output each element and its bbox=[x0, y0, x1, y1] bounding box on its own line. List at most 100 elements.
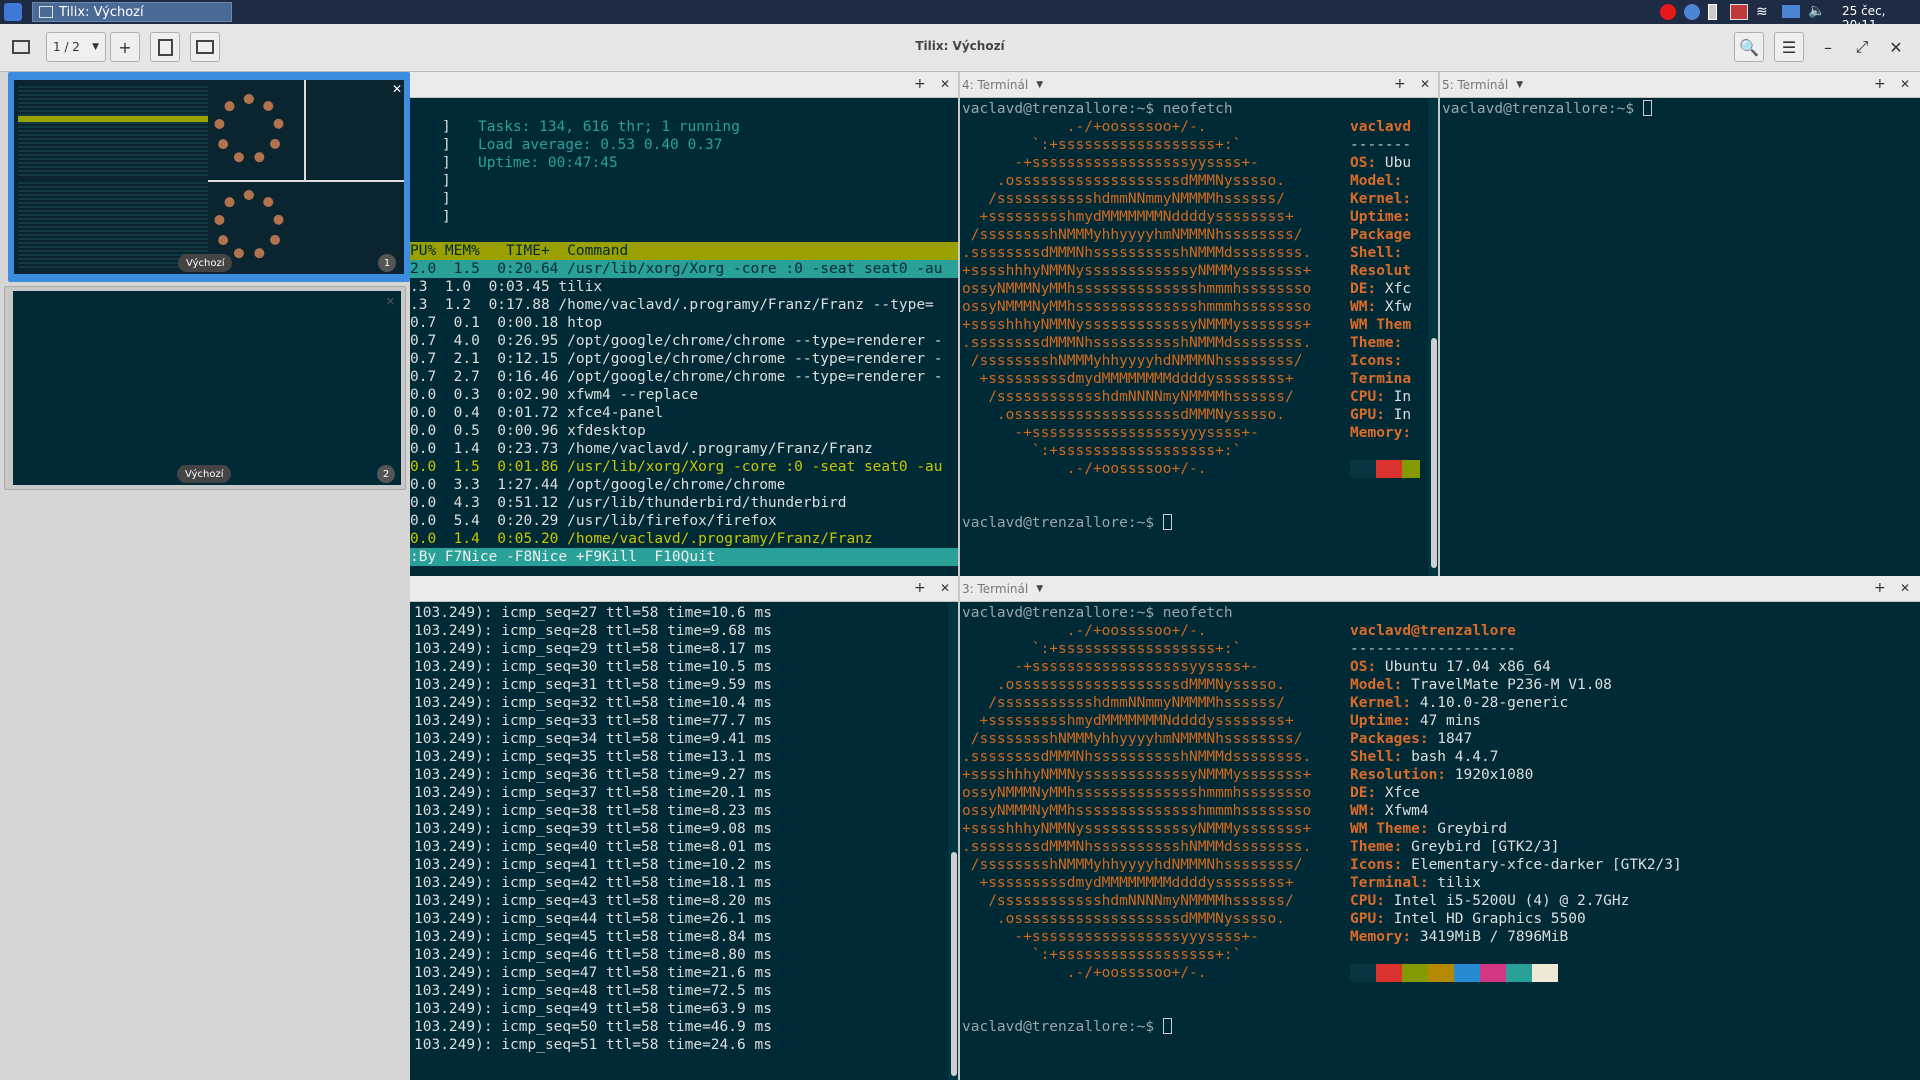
scrollbar-thumb[interactable] bbox=[1431, 338, 1437, 568]
cursor bbox=[1162, 1018, 1172, 1034]
plus-icon: + bbox=[118, 37, 132, 57]
terminal-neofetch-small[interactable]: vaclavd@trenzallore:~$ neofetch .-/+ooss… bbox=[960, 98, 1440, 576]
close-terminal-icon[interactable]: ✕ bbox=[940, 581, 950, 595]
info-row: Memory: 3419MiB / 7896MiB bbox=[1350, 928, 1568, 946]
close-terminal-icon[interactable]: ✕ bbox=[1900, 581, 1910, 595]
sidebar-toggle-button[interactable] bbox=[8, 32, 34, 62]
battery-icon[interactable] bbox=[1708, 4, 1717, 20]
htop-function-bar[interactable]: :By F7Nice -F8Nice +F9Kill F10Quit bbox=[410, 548, 960, 566]
chevron-down-icon[interactable]: ▼ bbox=[1516, 80, 1523, 90]
close-terminal-icon[interactable]: ✕ bbox=[1900, 77, 1910, 91]
ping-line: 103.249): icmp_seq=28 ttl=58 time=9.68 m… bbox=[414, 623, 772, 639]
prompt-line[interactable]: vaclavd@trenzallore:~$ bbox=[962, 1018, 1172, 1036]
ping-line: 103.249): icmp_seq=35 ttl=58 time=13.1 m… bbox=[414, 749, 772, 765]
htop-column-header[interactable]: PU% MEM% TIME+ Command bbox=[410, 242, 960, 260]
info-label: CPU: bbox=[1350, 389, 1385, 405]
logo-line: `:+ssssssssssssssssss+:` bbox=[962, 641, 1242, 657]
window-title: Tilix: Výchozí bbox=[915, 39, 1005, 53]
terminal-title: 5: Terminál bbox=[1442, 77, 1509, 92]
terminal-neofetch-full[interactable]: vaclavd@trenzallore:~$ neofetch .-/+ooss… bbox=[960, 602, 1920, 1080]
volume-icon[interactable]: 🔈 bbox=[1808, 3, 1826, 21]
session-number-badge: 1 bbox=[378, 254, 396, 272]
preview-htop-area bbox=[18, 86, 208, 176]
prompt-line[interactable]: vaclavd@trenzallore:~$ bbox=[1442, 100, 1652, 118]
color-swatch bbox=[1532, 964, 1558, 982]
info-row: Resolution: 1920x1080 bbox=[1350, 766, 1533, 784]
info-label: Memory: bbox=[1350, 929, 1412, 945]
info-row: GPU: In bbox=[1350, 406, 1411, 424]
mail-icon[interactable] bbox=[1782, 5, 1800, 18]
info-label: Theme: bbox=[1350, 335, 1403, 351]
terminal-titlebar-5[interactable]: 5: Terminál ▼ + ✕ bbox=[1440, 72, 1920, 98]
terminal-htop[interactable]: ] ] ] ] ] ] Tasks: 134, 616 thr; 1 runni… bbox=[410, 98, 960, 576]
session-preview bbox=[14, 80, 404, 274]
terminal-titlebar-ping[interactable]: + ✕ bbox=[410, 576, 960, 602]
session-sidebar: ✕ Výchozí 1 ✕ Výchozí 2 bbox=[0, 72, 410, 1080]
whisker-menu-icon[interactable] bbox=[4, 3, 22, 21]
session-switcher[interactable]: 1 / 2 ▼ bbox=[46, 32, 106, 62]
info-value: 1920x1080 bbox=[1446, 767, 1534, 783]
info-row: Theme: Greybird [GTK2/3] bbox=[1350, 838, 1560, 856]
prompt-line[interactable]: vaclavd@trenzallore:~$ bbox=[962, 514, 1172, 532]
info-value: 47 mins bbox=[1411, 713, 1481, 729]
logo-line: /ssssssssssshdmmNNmmyNMMMMhssssss/ bbox=[962, 695, 1286, 711]
htop-process-row: 0.0 3.3 1:27.44 /opt/google/chrome/chrom… bbox=[410, 477, 786, 493]
chevron-down-icon[interactable]: ▼ bbox=[1036, 80, 1043, 90]
find-button[interactable]: 🔍 bbox=[1734, 32, 1764, 62]
info-label: OS: bbox=[1350, 155, 1377, 171]
split-down-button[interactable] bbox=[190, 32, 220, 62]
close-terminal-icon[interactable]: ✕ bbox=[940, 77, 950, 91]
logo-line: /sssssssshNMMMyhhyyyyhdNMMMNhssssssss/ bbox=[962, 353, 1303, 369]
add-terminal-icon[interactable]: + bbox=[914, 76, 926, 92]
add-terminal-icon[interactable]: + bbox=[1874, 76, 1886, 92]
info-label: WM: bbox=[1350, 299, 1377, 315]
terminal-titlebar-4[interactable]: 4: Terminál ▼ + ✕ bbox=[960, 72, 1440, 98]
add-terminal-icon[interactable]: + bbox=[1394, 76, 1406, 92]
menu-button[interactable]: ☰ bbox=[1774, 32, 1804, 62]
info-label: Termina bbox=[1350, 371, 1412, 387]
info-value: bash 4.4.7 bbox=[1402, 749, 1499, 765]
terminal-title: 4: Terminál bbox=[962, 77, 1029, 92]
logo-line: .ssssssssdMMMNhsssssssssshNMMMdssssssss. bbox=[962, 335, 1312, 351]
logo-line: .ssssssssdMMMNhsssssssssshNMMMdssssssss. bbox=[962, 839, 1312, 855]
bluetooth-icon[interactable] bbox=[1684, 4, 1700, 20]
info-value: Greybird bbox=[1428, 821, 1508, 837]
ping-line: 103.249): icmp_seq=39 ttl=58 time=9.08 m… bbox=[414, 821, 772, 837]
pane-divider[interactable] bbox=[958, 72, 960, 1080]
close-terminal-icon[interactable]: ✕ bbox=[1420, 77, 1430, 91]
terminal-titlebar-htop[interactable]: + ✕ bbox=[410, 72, 960, 98]
ping-line: 103.249): icmp_seq=32 ttl=58 time=10.4 m… bbox=[414, 695, 772, 711]
scrollbar-thumb[interactable] bbox=[951, 852, 957, 1076]
session-thumbnail-2[interactable]: ✕ Výchozí 2 bbox=[4, 286, 406, 490]
terminal-ping[interactable]: 103.249): icmp_seq=27 ttl=58 time=10.6 m… bbox=[410, 602, 960, 1080]
screenshot-icon[interactable] bbox=[1730, 4, 1748, 20]
close-window-button[interactable]: ✕ bbox=[1884, 32, 1908, 62]
minimize-icon: – bbox=[1824, 37, 1832, 57]
logo-line: .-/+oossssoo+/-. bbox=[962, 965, 1207, 981]
add-terminal-icon[interactable]: + bbox=[1874, 580, 1886, 596]
record-indicator-icon[interactable] bbox=[1660, 4, 1676, 20]
ping-line: 103.249): icmp_seq=51 ttl=58 time=24.6 m… bbox=[414, 1037, 772, 1053]
close-session-icon[interactable]: ✕ bbox=[392, 82, 402, 96]
add-terminal-icon[interactable]: + bbox=[914, 580, 926, 596]
chevron-down-icon[interactable]: ▼ bbox=[1036, 584, 1043, 594]
wifi-icon[interactable]: ≋ bbox=[1756, 4, 1774, 20]
close-session-icon[interactable]: ✕ bbox=[386, 295, 395, 308]
minimize-button[interactable]: – bbox=[1816, 32, 1840, 62]
neofetch-separator: ------- bbox=[1350, 137, 1412, 153]
terminal-titlebar-3[interactable]: 3: Terminál ▼ + ✕ bbox=[960, 576, 1920, 602]
color-swatch bbox=[1402, 964, 1428, 982]
split-horizontal-icon bbox=[157, 38, 173, 56]
info-label: Terminal: bbox=[1350, 875, 1429, 891]
maximize-button[interactable]: ⤢ bbox=[1850, 32, 1874, 62]
split-right-button[interactable] bbox=[150, 32, 180, 62]
pane-divider[interactable] bbox=[1438, 72, 1440, 576]
info-value: Xfw bbox=[1376, 299, 1412, 315]
add-session-button[interactable]: + bbox=[110, 32, 140, 62]
logo-line: -+sssssssssssssssssyyyssss+- bbox=[962, 929, 1259, 945]
session-thumbnail-1[interactable]: ✕ Výchozí 1 bbox=[8, 72, 410, 282]
info-label: Resolution: bbox=[1350, 767, 1447, 783]
htop-process-row: 0.0 0.3 0:02.90 xfwm4 --replace bbox=[410, 387, 699, 403]
taskbar-window-button[interactable]: Tilix: Výchozí bbox=[32, 2, 232, 22]
terminal-empty[interactable]: vaclavd@trenzallore:~$ bbox=[1440, 98, 1920, 576]
